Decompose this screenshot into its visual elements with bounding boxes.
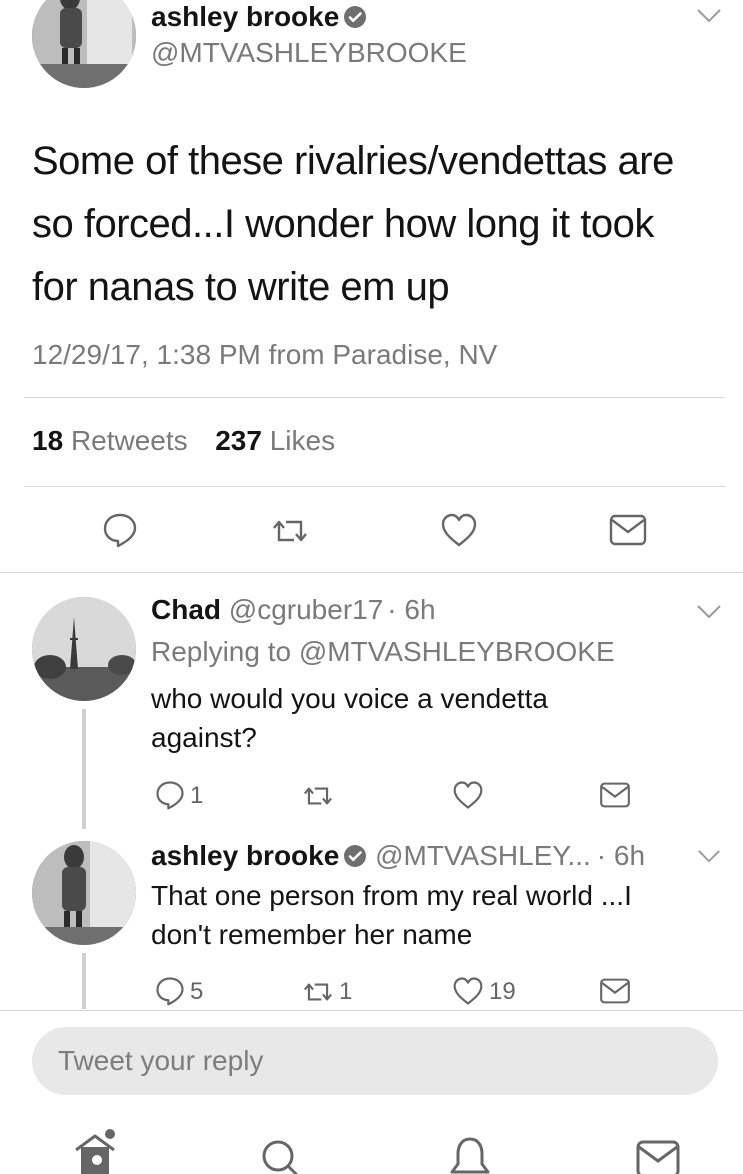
- chevron-down-icon[interactable]: [697, 849, 721, 864]
- verified-badge-icon: [343, 3, 367, 28]
- divider: [0, 1010, 743, 1011]
- like-count: 19: [489, 978, 516, 1005]
- messages-icon[interactable]: [636, 1140, 680, 1174]
- divider: [24, 397, 725, 398]
- chevron-down-icon[interactable]: [696, 8, 722, 24]
- reply-text-line: That one person from my real world ...I: [151, 880, 632, 911]
- retweets-stat[interactable]: 18 Retweets: [32, 425, 188, 456]
- handle[interactable]: @MTVASHLEY...: [375, 840, 591, 871]
- reply-input-placeholder: Tweet your reply: [58, 1045, 264, 1076]
- verified-badge-icon: [343, 842, 367, 867]
- divider: [24, 486, 725, 487]
- search-icon[interactable]: [260, 1138, 300, 1174]
- replying-to: Replying to @MTVASHLEYBROOKE: [151, 636, 615, 667]
- display-name[interactable]: Chad: [151, 594, 221, 625]
- chevron-down-icon[interactable]: [696, 604, 722, 620]
- retweet-count: 1: [339, 978, 353, 1005]
- avatar[interactable]: [32, 597, 136, 701]
- reply-text: who would you voice a vendetta against?: [151, 679, 548, 757]
- retweet-icon[interactable]: [299, 782, 337, 810]
- divider: [0, 572, 743, 573]
- home-icon[interactable]: [72, 1128, 120, 1174]
- like-icon[interactable]: [452, 976, 484, 1006]
- reply-text-line: who would you voice a vendetta: [151, 683, 548, 714]
- like-icon[interactable]: [452, 780, 484, 810]
- thread-line: [82, 953, 86, 1009]
- handle[interactable]: @cgruber17: [229, 594, 384, 625]
- reply-header: Chad @cgruber17 · 6h: [151, 593, 436, 627]
- share-dm-icon[interactable]: [599, 782, 631, 808]
- tweet-text: Some of these rivalries/vendettas are so…: [32, 130, 674, 319]
- author-handle[interactable]: @MTVASHLEYBROOKE: [151, 36, 467, 70]
- reply-icon[interactable]: [102, 512, 138, 548]
- reply-icon[interactable]: [155, 780, 185, 810]
- like-icon[interactable]: [440, 512, 478, 548]
- tweet-text-line: for nanas to write em up: [32, 265, 450, 309]
- reply-count: 5: [190, 978, 204, 1005]
- reply-count: 1: [190, 782, 204, 809]
- thread-line: [82, 709, 86, 829]
- share-dm-icon[interactable]: [609, 514, 647, 546]
- display-name[interactable]: ashley brooke: [151, 1, 339, 32]
- author-name[interactable]: ashley brooke: [151, 0, 367, 34]
- tweet-text-line: so forced...I wonder how long it took: [32, 202, 654, 246]
- tweet-timestamp[interactable]: 12/29/17, 1:38 PM from Paradise, NV: [32, 338, 497, 372]
- display-name[interactable]: ashley brooke: [151, 840, 339, 871]
- reply-text-line: don't remember her name: [151, 919, 473, 950]
- tweet-text-line: Some of these rivalries/vendettas are: [32, 139, 674, 183]
- reply-text: That one person from my real world ...I …: [151, 876, 632, 954]
- likes-stat[interactable]: 237 Likes: [215, 425, 335, 456]
- retweet-icon[interactable]: [268, 514, 312, 548]
- notifications-icon[interactable]: [448, 1136, 492, 1174]
- retweet-icon[interactable]: [299, 978, 337, 1006]
- timestamp[interactable]: · 6h: [597, 840, 645, 871]
- reply-input[interactable]: Tweet your reply: [32, 1027, 718, 1095]
- reply-icon[interactable]: [155, 976, 185, 1006]
- avatar[interactable]: [32, 841, 136, 945]
- replying-to-handle[interactable]: @MTVASHLEYBROOKE: [299, 636, 615, 667]
- tweet-stats: 18 Retweets 237 Likes: [32, 424, 335, 458]
- reply-header: ashley brooke @MTVASHLEY... · 6h: [151, 839, 645, 873]
- timestamp[interactable]: · 6h: [387, 594, 435, 625]
- avatar[interactable]: [32, 0, 136, 88]
- share-dm-icon[interactable]: [599, 978, 631, 1004]
- reply-text-line: against?: [151, 722, 257, 753]
